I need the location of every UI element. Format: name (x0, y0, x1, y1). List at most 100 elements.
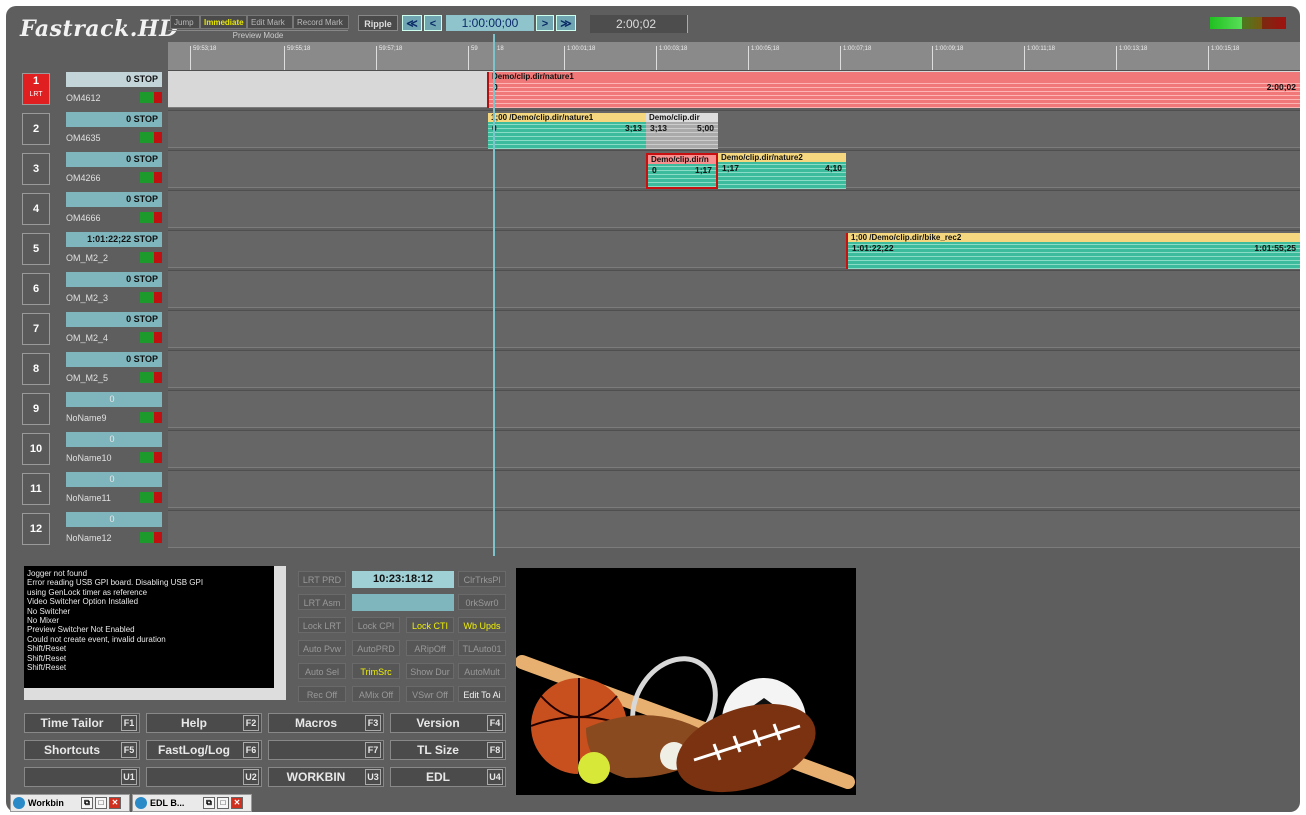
track-number-button[interactable]: 4 (22, 193, 50, 225)
ork-swr-button[interactable]: 0rkSwr0 (458, 594, 506, 610)
track-timecode[interactable]: 0 (66, 432, 162, 447)
track-timecode[interactable]: 0 STOP (66, 352, 162, 367)
arip-off-button[interactable]: ARipOff (406, 640, 454, 656)
app-icon (135, 797, 147, 809)
track-lane[interactable] (168, 310, 1300, 348)
wb-upds-button[interactable]: Wb Upds (458, 617, 506, 633)
cti-timecode[interactable]: 1:00:00;00 (446, 15, 534, 31)
track-lane[interactable]: 1;00 /Demo/clip.dir/bike_rec2 1:01:22;22… (168, 230, 1300, 269)
u1-button[interactable]: U1 (24, 767, 140, 787)
track-lane[interactable] (168, 190, 1300, 228)
restore-icon[interactable]: ⧉ (203, 797, 215, 809)
track-timecode[interactable]: 0 STOP (66, 112, 162, 127)
track-lane[interactable]: Demo/clip.dir/n 0 1;17 Demo/clip.dir/nat… (168, 150, 1300, 189)
track-number-button[interactable]: 7 (22, 313, 50, 345)
track-lane[interactable]: 1;00 /Demo/clip.dir/nature1 0 3;13 Demo/… (168, 110, 1300, 149)
track-number-button[interactable]: 9 (22, 393, 50, 425)
clr-trks-button[interactable]: ClrTrksPl (458, 571, 506, 587)
lock-lrt-button[interactable]: Lock LRT (298, 617, 346, 633)
maximize-icon[interactable]: □ (217, 797, 229, 809)
track-number-button[interactable]: 5 (22, 233, 50, 265)
track-timecode[interactable]: 0 STOP (66, 272, 162, 287)
f7-button[interactable]: F7 (268, 740, 384, 760)
close-icon[interactable]: ✕ (109, 797, 121, 809)
tl-size-button[interactable]: TL Size F8 (390, 740, 506, 760)
track-lane[interactable] (168, 390, 1300, 428)
timeline-clip[interactable]: Demo/clip.dir/nature1 0 2:00;02 (487, 72, 1300, 108)
log-horizontal-scrollbar[interactable] (24, 688, 286, 700)
trim-src-button[interactable]: TrimSrc (352, 663, 400, 679)
rewind-fast-button[interactable]: ≪ (402, 15, 422, 31)
fastlog-button[interactable]: FastLog/Log F6 (146, 740, 262, 760)
track-timecode[interactable]: 0 (66, 392, 162, 407)
close-icon[interactable]: ✕ (231, 797, 243, 809)
timeline-clip[interactable]: Demo/clip.dir 3;13 5;00 (646, 113, 718, 149)
track-timecode[interactable]: 0 STOP (66, 72, 162, 87)
cti-cursor-line[interactable] (493, 34, 495, 556)
track-device: OM_M2_3 (66, 293, 109, 303)
track-timecode[interactable]: 0 STOP (66, 312, 162, 327)
log-vertical-scrollbar[interactable] (274, 566, 286, 690)
track-lane[interactable] (168, 510, 1300, 548)
track-lane[interactable] (168, 430, 1300, 468)
track-number-button[interactable]: 1 LRT (22, 73, 50, 105)
forward-fast-button[interactable]: ≫ (556, 15, 576, 31)
cti-entry-field[interactable] (352, 594, 454, 611)
track-lane[interactable]: Demo/clip.dir/nature1 0 2:00;02 (168, 70, 1300, 108)
lrt-prd-button[interactable]: LRT PRD (298, 571, 346, 587)
ripple-button[interactable]: Ripple (358, 15, 398, 31)
macros-button[interactable]: Macros F3 (268, 713, 384, 733)
forward-button[interactable]: > (536, 15, 554, 31)
timeline-clip[interactable]: 1;00 /Demo/clip.dir/bike_rec2 1:01:22;22… (846, 233, 1300, 269)
restore-icon[interactable]: ⧉ (81, 797, 93, 809)
rec-off-button[interactable]: Rec Off (298, 686, 346, 702)
lock-cti-button[interactable]: Lock CTI (406, 617, 454, 633)
shortcuts-button[interactable]: Shortcuts F5 (24, 740, 140, 760)
workbin-button[interactable]: WORKBIN U3 (268, 767, 384, 787)
mode-immediate[interactable]: Immediate (200, 15, 247, 29)
mode-jump[interactable]: Jump (170, 15, 200, 29)
track-timecode[interactable]: 0 (66, 512, 162, 527)
mode-edit-mark[interactable]: Edit Mark (247, 15, 293, 29)
track-timecode[interactable]: 0 STOP (66, 192, 162, 207)
taskbar-item-edl[interactable]: EDL B... ⧉ □ ✕ (132, 794, 252, 812)
vswr-off-button[interactable]: VSwr Off (406, 686, 454, 702)
timeline-ruler[interactable]: 59:53;18 59:55;18 59:57;18 59 18 1:00:01… (168, 42, 1300, 72)
mode-record-mark[interactable]: Record Mark (293, 15, 349, 29)
timeline-clip[interactable]: Demo/clip.dir/nature2 1;17 4;10 (718, 153, 846, 189)
amix-off-button[interactable]: AMix Off (352, 686, 400, 702)
track-timecode[interactable]: 1:01:22;22 STOP (66, 232, 162, 247)
lrt-asm-button[interactable]: LRT Asm (298, 594, 346, 610)
lock-cpi-button[interactable]: Lock CPI (352, 617, 400, 633)
track-number-button[interactable]: 12 (22, 513, 50, 545)
track-number-button[interactable]: 11 (22, 473, 50, 505)
track-number-button[interactable]: 2 (22, 113, 50, 145)
edit-to-ai-button[interactable]: Edit To Ai (458, 686, 506, 702)
track-number-button[interactable]: 10 (22, 433, 50, 465)
track-number-button[interactable]: 6 (22, 273, 50, 305)
track-number-button[interactable]: 8 (22, 353, 50, 385)
track-lane[interactable] (168, 470, 1300, 508)
u2-button[interactable]: U2 (146, 767, 262, 787)
rewind-button[interactable]: < (424, 15, 442, 31)
track-number-button[interactable]: 3 (22, 153, 50, 185)
auto-prd-button[interactable]: AutoPRD (352, 640, 400, 656)
timeline-clip[interactable]: Demo/clip.dir/n 0 1;17 (646, 153, 718, 189)
track-timecode[interactable]: 0 (66, 472, 162, 487)
track-timecode[interactable]: 0 STOP (66, 152, 162, 167)
timeline-clip[interactable]: 1;00 /Demo/clip.dir/nature1 0 3;13 (488, 113, 646, 149)
taskbar-item-workbin[interactable]: Workbin ⧉ □ ✕ (10, 794, 130, 812)
auto-pvw-button[interactable]: Auto Pvw (298, 640, 346, 656)
tl-auto-button[interactable]: TLAuto01 (458, 640, 506, 656)
help-button[interactable]: Help F2 (146, 713, 262, 733)
maximize-icon[interactable]: □ (95, 797, 107, 809)
clock-display: 10:23:18:12 (352, 571, 454, 588)
track-lane[interactable] (168, 350, 1300, 388)
show-dur-button[interactable]: Show Dur (406, 663, 454, 679)
edl-button[interactable]: EDL U4 (390, 767, 506, 787)
auto-mult-button[interactable]: AutoMult (458, 663, 506, 679)
time-tailor-button[interactable]: Time Tailor F1 (24, 713, 140, 733)
track-lane[interactable] (168, 270, 1300, 308)
auto-sel-button[interactable]: Auto Sel (298, 663, 346, 679)
version-button[interactable]: Version F4 (390, 713, 506, 733)
